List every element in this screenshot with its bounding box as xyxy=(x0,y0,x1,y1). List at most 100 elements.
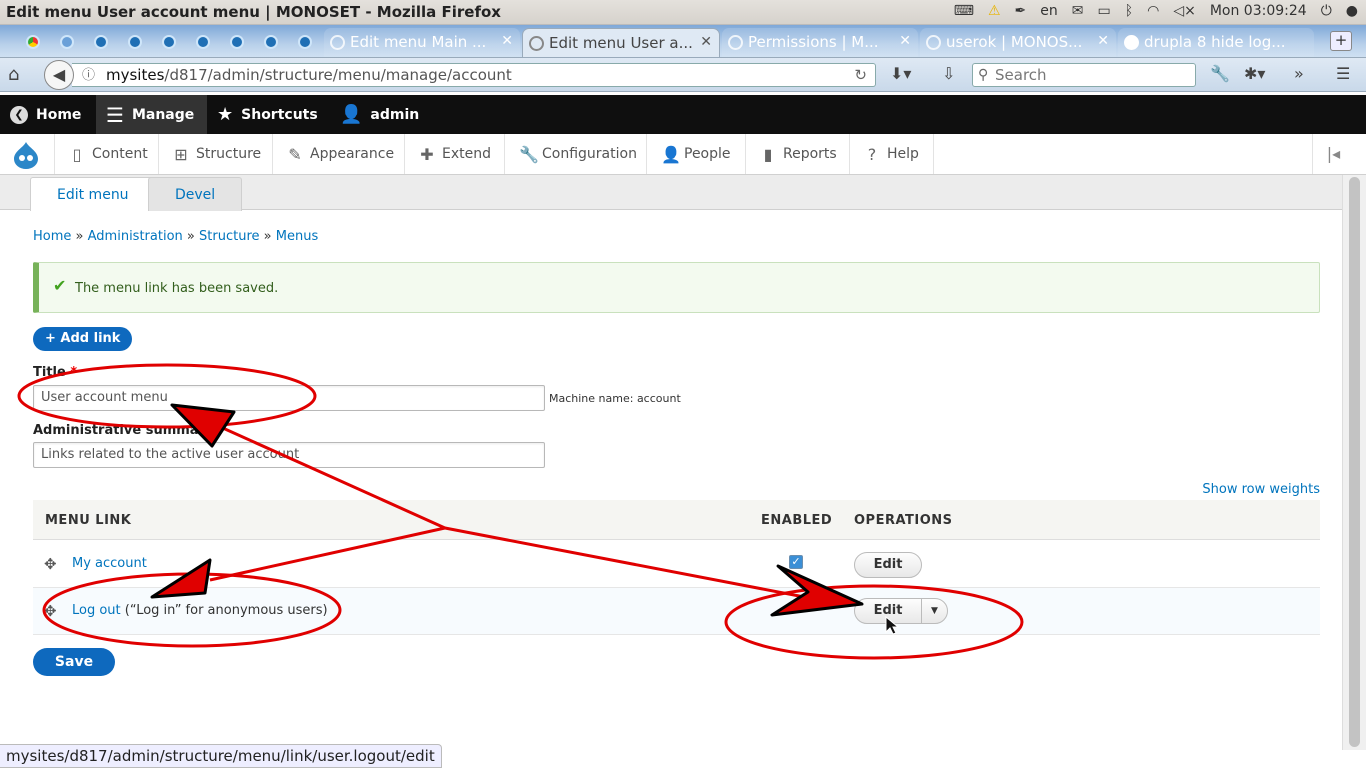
title-input[interactable]: User account menu xyxy=(33,385,545,411)
pinned-tab-drupal-icon[interactable] xyxy=(224,30,250,54)
wrench-icon[interactable]: 🔧 xyxy=(1210,64,1230,83)
pinned-tab-chrome-icon[interactable] xyxy=(20,30,46,54)
tray-label: Help xyxy=(887,146,919,162)
new-tab-button[interactable]: + xyxy=(1330,31,1352,51)
tray-item-appearance[interactable]: ✎ Appearance xyxy=(272,134,408,174)
pinned-tab-globe-icon[interactable] xyxy=(88,30,114,54)
pinned-tab-drupal-icon[interactable] xyxy=(190,30,216,54)
vertical-scrollbar[interactable] xyxy=(1342,175,1366,750)
help-icon: ? xyxy=(867,144,877,164)
title-label-text: Title xyxy=(33,365,66,380)
overflow-icon[interactable]: » xyxy=(1294,64,1304,83)
download-history-icon[interactable]: ⬇▾ xyxy=(890,64,911,83)
scrollbar-thumb[interactable] xyxy=(1349,177,1360,747)
bluetooth-icon[interactable]: ᛒ xyxy=(1125,3,1133,19)
pinned-tab-drupal-icon[interactable] xyxy=(156,30,182,54)
toolbar-user[interactable]: 👤 admin xyxy=(330,95,429,134)
wifi-icon[interactable]: ◠ xyxy=(1147,3,1159,19)
battery-icon[interactable]: ▭ xyxy=(1097,3,1110,19)
toolbar-shortcuts[interactable]: ★ Shortcuts xyxy=(207,95,328,134)
summary-label: Administrative summary xyxy=(33,423,214,438)
browser-tab[interactable]: userok | MONOS... ✕ xyxy=(920,28,1116,57)
collapse-tray-icon[interactable]: |◂ xyxy=(1312,134,1354,174)
tray-label: Content xyxy=(92,146,148,162)
toolbar-manage[interactable]: ☰ Manage xyxy=(96,95,207,134)
clock[interactable]: Mon 03:09:24 xyxy=(1210,3,1307,19)
tray-item-configuration[interactable]: 🔧 Configuration xyxy=(504,134,651,174)
warning-icon[interactable]: ⚠ xyxy=(988,3,1001,19)
downloads-icon[interactable]: ⇩ xyxy=(942,64,955,83)
save-button[interactable]: Save xyxy=(33,648,115,676)
tray-item-content[interactable]: ▯ Content xyxy=(54,134,162,174)
tray-item-reports[interactable]: ▮ Reports xyxy=(745,134,851,174)
mail-icon[interactable]: ✉ xyxy=(1072,3,1084,19)
tab-devel[interactable]: Devel xyxy=(148,177,243,211)
drupal-logo-icon[interactable] xyxy=(9,140,43,170)
apple-icon[interactable]: ● xyxy=(1346,3,1358,19)
structure-icon: ⊞ xyxy=(174,144,188,164)
add-link-button[interactable]: + Add link xyxy=(33,327,133,351)
close-tab-icon[interactable]: ✕ xyxy=(1097,33,1109,49)
home-icon[interactable]: ⌂ xyxy=(8,64,19,85)
enabled-checkbox[interactable]: ✓ xyxy=(789,555,803,569)
language-indicator[interactable]: en xyxy=(1040,3,1058,19)
extension-icon[interactable]: ✱▾ xyxy=(1244,64,1265,83)
info-icon[interactable]: ⓘ xyxy=(82,65,95,87)
pinned-tab-cart-icon[interactable] xyxy=(54,30,80,54)
breadcrumb-separator: » xyxy=(186,229,195,244)
tray-item-help[interactable]: ? Help xyxy=(849,134,934,174)
pinned-tab-globe-icon[interactable] xyxy=(292,30,318,54)
brush-icon: ✎ xyxy=(288,144,302,164)
menu-link-log-out[interactable]: Log out xyxy=(72,603,121,618)
close-tab-icon[interactable]: ✕ xyxy=(501,33,513,49)
screen: Edit menu User account menu | MONOSET - … xyxy=(0,0,1366,768)
bar-chart-icon: ▮ xyxy=(763,144,773,164)
menu-icon[interactable]: ☰ xyxy=(1336,64,1350,83)
toolbar-manage-label: Manage xyxy=(131,106,195,123)
tray-item-structure[interactable]: ⊞ Structure xyxy=(158,134,275,174)
breadcrumb-administration[interactable]: Administration xyxy=(88,229,183,244)
drag-handle-icon[interactable]: ✥ xyxy=(44,602,57,620)
header-menu-link: MENU LINK xyxy=(45,513,132,528)
tray-item-people[interactable]: 👤 People xyxy=(646,134,745,174)
edit-button[interactable]: Edit xyxy=(854,552,922,578)
toolbar-home[interactable]: ❮ Home xyxy=(0,95,91,134)
tray-label: Structure xyxy=(196,146,262,162)
dropbutton-toggle-icon[interactable]: ▼ xyxy=(921,598,948,624)
browser-tab-active[interactable]: Edit menu User a... ✕ xyxy=(522,28,720,57)
browser-tab-strip: Edit menu Main ... ✕ Edit menu User a...… xyxy=(0,25,1366,58)
url-bar[interactable]: ⓘ mysites/d817/admin/structure/menu/mana… xyxy=(72,63,876,87)
breadcrumb-home[interactable]: Home xyxy=(33,229,71,244)
back-button[interactable]: ◀ xyxy=(44,60,74,90)
reload-icon[interactable]: ↻ xyxy=(854,64,867,86)
browser-tab[interactable]: Permissions | M... ✕ xyxy=(722,28,918,57)
tab-label: userok | MONOS... xyxy=(946,33,1083,51)
pinned-tab-drupal-icon[interactable] xyxy=(122,30,148,54)
system-tray: ⌨ ⚠ ✒ en ✉ ▭ ᛒ ◠ ◁× Mon 03:09:24 ⏻ ● xyxy=(954,3,1358,19)
search-placeholder: Search xyxy=(995,66,1047,84)
close-tab-icon[interactable]: ✕ xyxy=(899,33,911,49)
power-icon[interactable]: ⏻ xyxy=(1321,3,1332,19)
edit-button[interactable]: Edit xyxy=(854,598,922,624)
keyboard-icon[interactable]: ⌨ xyxy=(954,3,974,19)
menu-link-my-account[interactable]: My account xyxy=(72,556,147,571)
tray-item-extend[interactable]: ✚ Extend xyxy=(404,134,505,174)
tab-edit-menu[interactable]: Edit menu xyxy=(30,177,156,211)
breadcrumb-structure[interactable]: Structure xyxy=(199,229,259,244)
tab-label: Edit menu Main ... xyxy=(350,33,487,51)
pen-icon[interactable]: ✒ xyxy=(1015,3,1027,19)
browser-tab[interactable]: Edit menu Main ... ✕ xyxy=(324,28,520,57)
favicon-icon xyxy=(728,35,743,50)
summary-input[interactable]: Links related to the active user account xyxy=(33,442,545,468)
drag-handle-icon[interactable]: ✥ xyxy=(44,555,57,573)
tray-label: Appearance xyxy=(310,146,395,162)
required-marker: * xyxy=(70,365,78,380)
window-title: Edit menu User account menu | MONOSET - … xyxy=(6,3,501,21)
pinned-tab-drupal-icon[interactable] xyxy=(258,30,284,54)
volume-icon[interactable]: ◁× xyxy=(1173,3,1196,19)
browser-tab[interactable]: drupla 8 hide log... xyxy=(1118,28,1314,57)
show-row-weights-link[interactable]: Show row weights xyxy=(1202,482,1320,497)
search-input[interactable]: ⚲ Search xyxy=(972,63,1196,87)
breadcrumb-menus[interactable]: Menus xyxy=(276,229,318,244)
close-tab-icon[interactable]: ✕ xyxy=(700,34,712,50)
